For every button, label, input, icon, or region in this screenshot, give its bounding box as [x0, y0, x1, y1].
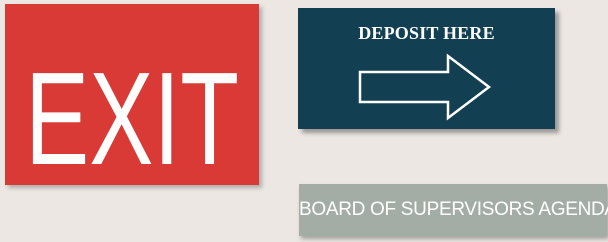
right-arrow-icon	[358, 53, 492, 121]
exit-sign-text-graphic: EXIT	[25, 45, 239, 185]
board-agenda-sign-text: BOARD OF SUPERVISORS AGENDA	[299, 199, 608, 220]
deposit-sign: DEPOSIT HERE	[298, 8, 555, 129]
exit-sign: EXIT	[5, 4, 259, 185]
exit-sign-text: EXIT	[25, 45, 239, 185]
board-agenda-sign: BOARD OF SUPERVISORS AGENDA	[299, 184, 608, 236]
deposit-sign-title: DEPOSIT HERE	[358, 23, 495, 43]
